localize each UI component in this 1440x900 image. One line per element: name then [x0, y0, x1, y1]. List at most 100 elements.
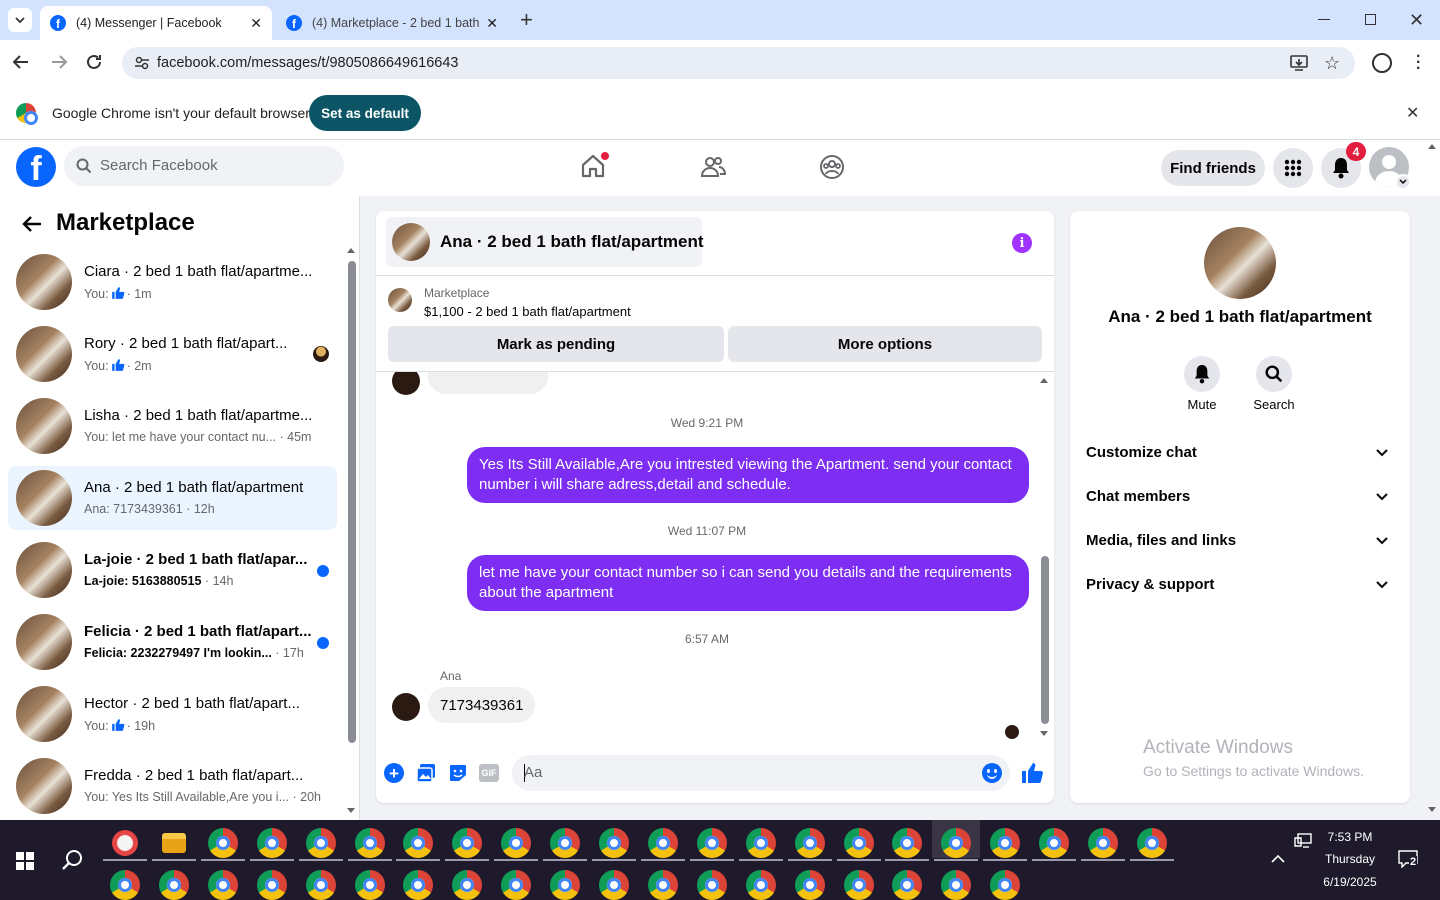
thread-scroll-up-icon[interactable] [1040, 378, 1048, 383]
search-conversation-button[interactable] [1256, 356, 1292, 392]
chrome-app-icon[interactable] [843, 870, 874, 900]
chrome-app-icon[interactable] [941, 870, 972, 900]
thread-scrollbar-thumb[interactable] [1041, 556, 1049, 724]
chrome-app-icon[interactable] [207, 870, 238, 900]
network-icon[interactable] [1294, 833, 1312, 849]
friends-nav-icon[interactable] [700, 154, 726, 180]
chrome-app-icon[interactable] [1088, 828, 1118, 858]
chrome-app-icon[interactable] [794, 828, 825, 858]
chrome-app-icon[interactable] [599, 870, 629, 900]
chrome-app-icon[interactable] [501, 828, 532, 858]
clock-day[interactable]: Thursday [1312, 852, 1388, 866]
emoji-icon[interactable] [982, 763, 1002, 783]
facebook-logo-icon[interactable]: f [16, 147, 56, 187]
tab-messenger[interactable]: f (4) Messenger | Facebook ✕ [40, 6, 272, 40]
conversation-info-icon[interactable]: i [1012, 233, 1032, 253]
listing-thumbnail[interactable] [388, 288, 412, 312]
attach-photo-icon[interactable] [416, 763, 436, 783]
chrome-app-icon[interactable] [305, 828, 336, 858]
mute-button[interactable] [1184, 356, 1220, 392]
message-input[interactable]: Aa [512, 755, 1010, 791]
chrome-app-icon[interactable] [1136, 828, 1167, 858]
chrome-app-icon[interactable] [403, 828, 434, 858]
details-avatar[interactable] [1204, 227, 1276, 299]
incoming-message[interactable]: 7173439361 [428, 687, 536, 723]
chrome-app-icon[interactable] [990, 828, 1021, 858]
clock-date[interactable]: 6/19/2025 [1312, 875, 1388, 889]
mark-pending-button[interactable]: Mark as pending [388, 326, 724, 362]
menu-kebab-icon[interactable]: · · · [1416, 49, 1421, 77]
more-options-button[interactable]: More options [728, 326, 1042, 362]
account-chevron-icon[interactable] [1395, 174, 1411, 190]
chrome-app-icon[interactable] [354, 828, 385, 858]
outgoing-message[interactable]: Yes Its Still Available,Are you intreste… [467, 447, 1029, 503]
customize-chat-section[interactable]: Customize chat [1078, 433, 1402, 473]
chrome-app-icon[interactable] [647, 828, 678, 858]
chrome-app-icon[interactable] [550, 870, 581, 900]
page-scroll-up-icon[interactable] [1428, 144, 1436, 149]
set-default-button[interactable]: Set as default [309, 95, 421, 131]
privacy-support-section[interactable]: Privacy & support [1078, 565, 1402, 605]
chat-members-section[interactable]: Chat members [1078, 477, 1402, 517]
more-actions-plus-icon[interactable]: + [384, 763, 404, 783]
forward-arrow-icon[interactable] [50, 53, 68, 71]
find-friends-button[interactable]: Find friends [1161, 150, 1265, 186]
tab-close-icon[interactable]: ✕ [486, 15, 498, 32]
chrome-app-icon[interactable] [1039, 828, 1070, 858]
thumbs-up-send-icon[interactable] [1020, 761, 1044, 785]
chrome-app-icon[interactable] [452, 870, 483, 900]
media-files-links-section[interactable]: Media, files and links [1078, 521, 1402, 561]
conversation-row[interactable]: Rory · 2 bed 1 bath flat/apart... You: · 2… [8, 322, 337, 386]
new-tab-plus-icon[interactable]: + [520, 9, 533, 31]
window-close-icon[interactable]: ✕ [1409, 10, 1424, 31]
back-arrow-icon[interactable] [22, 215, 42, 233]
gif-icon[interactable]: GIF [479, 764, 499, 782]
conversation-row[interactable]: Hector · 2 bed 1 bath flat/apart... You: ·… [8, 682, 337, 746]
chrome-app-icon[interactable] [892, 828, 923, 858]
outgoing-message[interactable]: let me have your contact number so i can… [467, 555, 1029, 611]
home-nav-icon[interactable] [580, 152, 609, 179]
chrome-app-icon[interactable] [990, 870, 1021, 900]
listing-title[interactable]: $1,100 - 2 bed 1 bath flat/apartment [424, 304, 631, 319]
tab-close-icon[interactable]: ✕ [250, 15, 262, 32]
sidebar-scroll-down-icon[interactable] [347, 808, 355, 813]
chrome-app-icon[interactable] [305, 870, 336, 900]
groups-nav-icon[interactable] [819, 154, 845, 180]
search-facebook-input[interactable]: Search Facebook [64, 146, 344, 186]
chat-header-button[interactable]: Ana · 2 bed 1 bath flat/apartment [386, 217, 704, 267]
conversation-row[interactable]: Lisha · 2 bed 1 bath flat/apartme... You:… [8, 394, 337, 458]
back-arrow-icon[interactable] [12, 53, 30, 71]
chrome-app-icon[interactable] [452, 828, 483, 858]
page-scroll-down-icon[interactable] [1428, 807, 1436, 812]
snipping-tool-icon[interactable] [110, 828, 140, 858]
file-explorer-icon[interactable] [161, 833, 186, 853]
chrome-app-icon[interactable] [892, 870, 923, 900]
chrome-app-icon[interactable] [158, 870, 189, 900]
clock-time[interactable]: 7:53 PM [1312, 830, 1388, 844]
sender-avatar[interactable] [392, 693, 420, 721]
sidebar-scroll-up-icon[interactable] [347, 248, 355, 253]
address-bar[interactable]: facebook.com/messages/t/9805086649616643… [122, 47, 1355, 79]
chrome-app-icon[interactable] [110, 870, 140, 900]
thread-scroll-down-icon[interactable] [1040, 731, 1048, 736]
site-info-icon[interactable] [134, 55, 150, 71]
sidebar-scrollbar-thumb[interactable] [348, 261, 356, 743]
infobar-close-icon[interactable]: ✕ [1406, 103, 1419, 123]
start-windows-icon[interactable] [16, 852, 34, 870]
conversation-row[interactable]: Fredda · 2 bed 1 bath flat/apart... You: … [8, 754, 337, 818]
chrome-app-icon[interactable] [207, 828, 238, 858]
chrome-app-icon[interactable] [403, 870, 434, 900]
conversation-row[interactable]: Ana · 2 bed 1 bath flat/apartment Ana: 71… [8, 466, 337, 530]
tab-search-button[interactable] [8, 8, 32, 32]
taskbar-search-icon[interactable] [61, 849, 83, 871]
chrome-app-icon[interactable] [256, 828, 287, 858]
notifications-bell-icon[interactable]: 4 [1321, 142, 1366, 188]
chrome-app-icon[interactable] [647, 870, 678, 900]
chrome-app-icon[interactable] [354, 870, 385, 900]
chrome-app-icon[interactable] [696, 828, 727, 858]
conversation-row[interactable]: Felicia · 2 bed 1 bath flat/apart... Feli… [8, 610, 337, 674]
chrome-app-icon[interactable] [599, 828, 629, 858]
chrome-app-icon[interactable] [501, 870, 532, 900]
notification-center-icon[interactable]: 2 [1398, 850, 1418, 868]
chrome-app-icon[interactable] [550, 828, 581, 858]
